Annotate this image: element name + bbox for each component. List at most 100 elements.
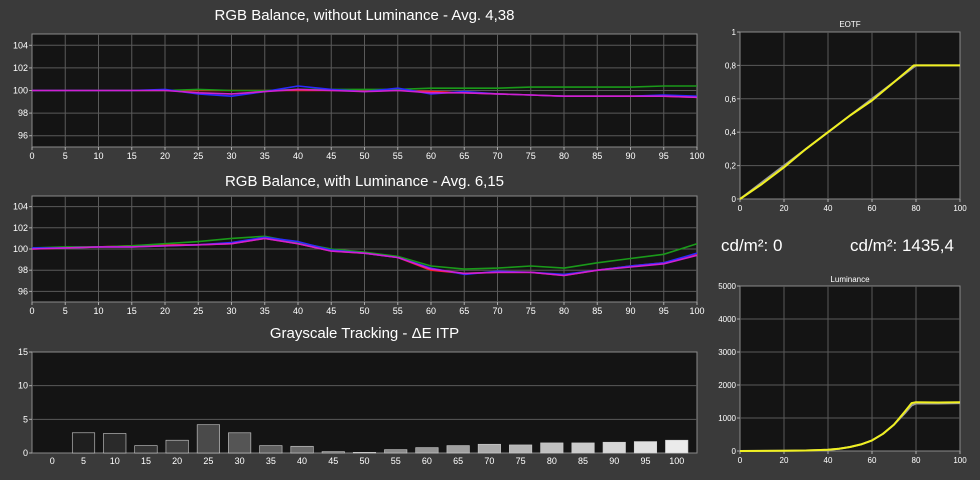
grayscale-xtick-label: 80	[547, 456, 557, 466]
grayscale-xtick-label: 95	[640, 456, 650, 466]
eotf-xtick-label: 0	[738, 204, 743, 213]
rgb_no_lum-xtick-label: 0	[29, 151, 34, 161]
rgb_lum-xtick-label: 10	[93, 306, 103, 316]
rgb_no_lum-xtick-label: 45	[326, 151, 336, 161]
eotf-xtick-label: 80	[912, 204, 921, 213]
rgb_lum-xtick-label: 50	[359, 306, 369, 316]
rgb_no_lum-xtick-label: 75	[526, 151, 536, 161]
grayscale-xtick-label: 75	[516, 456, 526, 466]
grayscale-bar	[415, 447, 439, 454]
eotf-ytick-label: 0,6	[725, 95, 737, 104]
grayscale-xtick-label: 35	[266, 456, 276, 466]
grayscale-bar	[290, 445, 314, 454]
black-level-readout: cd/m²: 0	[721, 236, 783, 255]
luminance-ytick-label: 4000	[718, 315, 736, 324]
rgb_lum-title: RGB Balance, with Luminance - Avg. 6,15	[225, 173, 504, 190]
rgb_no_lum-xtick-label: 5	[63, 151, 68, 161]
grayscale-xtick-label: 85	[578, 456, 588, 466]
luminance-ytick-label: 0	[732, 447, 737, 456]
rgb_lum-xtick-label: 5	[63, 306, 68, 316]
eotf-ytick-label: 1	[732, 28, 737, 37]
grayscale-bar	[571, 442, 595, 454]
rgb_no_lum-xtick-label: 40	[293, 151, 303, 161]
rgb_lum-xtick-label: 60	[426, 306, 436, 316]
rgb_lum-xtick-label: 95	[659, 306, 669, 316]
rgb_no_lum-xtick-label: 30	[226, 151, 236, 161]
rgb_lum-xtick-label: 75	[526, 306, 536, 316]
rgb_no_lum-xtick-label: 60	[426, 151, 436, 161]
grayscale-bar	[540, 442, 564, 454]
grayscale-xtick-label: 100	[669, 456, 684, 466]
rgb_lum-xtick-label: 90	[625, 306, 635, 316]
grayscale-xtick-label: 15	[141, 456, 151, 466]
rgb_no_lum-xtick-label: 80	[559, 151, 569, 161]
grayscale-xtick-label: 55	[391, 456, 401, 466]
eotf-ytick-label: 0,8	[725, 61, 737, 70]
rgb_no_lum-xtick-label: 95	[659, 151, 669, 161]
rgb_lum-ytick-label: 100	[13, 244, 28, 254]
luminance-xtick-label: 0	[738, 456, 743, 465]
eotf-title: EOTF	[839, 20, 860, 29]
grayscale-xtick-label: 90	[609, 456, 619, 466]
grayscale-bar	[633, 441, 658, 454]
eotf-ytick-label: 0,2	[725, 162, 737, 171]
grayscale-bar	[602, 441, 626, 454]
luminance-xtick-label: 40	[824, 456, 833, 465]
grayscale-xtick-label: 25	[203, 456, 213, 466]
rgb_no_lum-xtick-label: 10	[93, 151, 103, 161]
rgb_lum-xtick-label: 35	[260, 306, 270, 316]
eotf-xtick-label: 20	[780, 204, 789, 213]
rgb_lum-ytick-label: 102	[13, 223, 28, 233]
grayscale-ytick-label: 10	[18, 381, 28, 391]
rgb_lum-ytick-label: 96	[18, 286, 28, 296]
rgb_lum-xtick-label: 45	[326, 306, 336, 316]
rgb_no_lum-ytick-label: 96	[18, 131, 28, 141]
grayscale-xtick-label: 70	[484, 456, 494, 466]
charts-canvas: RGB Balance, without Luminance - Avg. 4,…	[13, 7, 967, 466]
luminance-ytick-label: 1000	[718, 414, 736, 423]
grayscale-bar	[477, 443, 501, 454]
grayscale-bar	[134, 445, 158, 454]
luminance-xtick-label: 100	[953, 456, 967, 465]
rgb_no_lum-xtick-label: 20	[160, 151, 170, 161]
rgb_no_lum-xtick-label: 90	[625, 151, 635, 161]
rgb_lum-xtick-label: 85	[592, 306, 602, 316]
luminance-xtick-label: 60	[868, 456, 877, 465]
grayscale-bar	[384, 449, 408, 454]
grayscale-ytick-label: 0	[23, 448, 28, 458]
rgb_lum-xtick-label: 25	[193, 306, 203, 316]
grayscale-xtick-label: 50	[359, 456, 369, 466]
luminance-ytick-label: 5000	[718, 282, 736, 291]
rgb_no_lum-ytick-label: 100	[13, 86, 28, 96]
rgb_no_lum-xtick-label: 15	[127, 151, 137, 161]
rgb_no_lum-xtick-label: 100	[689, 151, 704, 161]
rgb_no_lum-ytick-label: 102	[13, 63, 28, 73]
luminance-plot-area	[739, 285, 961, 452]
luminance-xtick-label: 80	[912, 456, 921, 465]
rgb_no_lum-xtick-label: 50	[359, 151, 369, 161]
peak-luminance-readout: cd/m²: 1435,4	[850, 236, 954, 255]
grayscale-bar	[321, 451, 345, 454]
grayscale-title: Grayscale Tracking - ΔE ITP	[270, 325, 459, 342]
rgb_no_lum-xtick-label: 35	[260, 151, 270, 161]
grayscale-xtick-label: 65	[453, 456, 463, 466]
eotf-xtick-label: 100	[953, 204, 967, 213]
grayscale-bar	[228, 432, 252, 454]
rgb_no_lum-xtick-label: 85	[592, 151, 602, 161]
rgb_lum-xtick-label: 0	[29, 306, 34, 316]
rgb_lum-xtick-label: 100	[689, 306, 704, 316]
rgb_lum-xtick-label: 80	[559, 306, 569, 316]
grayscale-bar	[103, 433, 127, 454]
grayscale-xtick-label: 40	[297, 456, 307, 466]
rgb_lum-xtick-label: 55	[393, 306, 403, 316]
rgb_no_lum-ytick-label: 104	[13, 40, 28, 50]
rgb_no_lum-title: RGB Balance, without Luminance - Avg. 4,…	[215, 7, 515, 24]
grayscale-xtick-label: 10	[110, 456, 120, 466]
grayscale-xtick-label: 60	[422, 456, 432, 466]
luminance-ytick-label: 2000	[718, 381, 736, 390]
grayscale-bar	[259, 445, 283, 454]
grayscale-bar	[165, 439, 189, 454]
rgb_lum-xtick-label: 70	[492, 306, 502, 316]
rgb_lum-ytick-label: 98	[18, 265, 28, 275]
eotf-ytick-label: 0,4	[725, 128, 737, 137]
